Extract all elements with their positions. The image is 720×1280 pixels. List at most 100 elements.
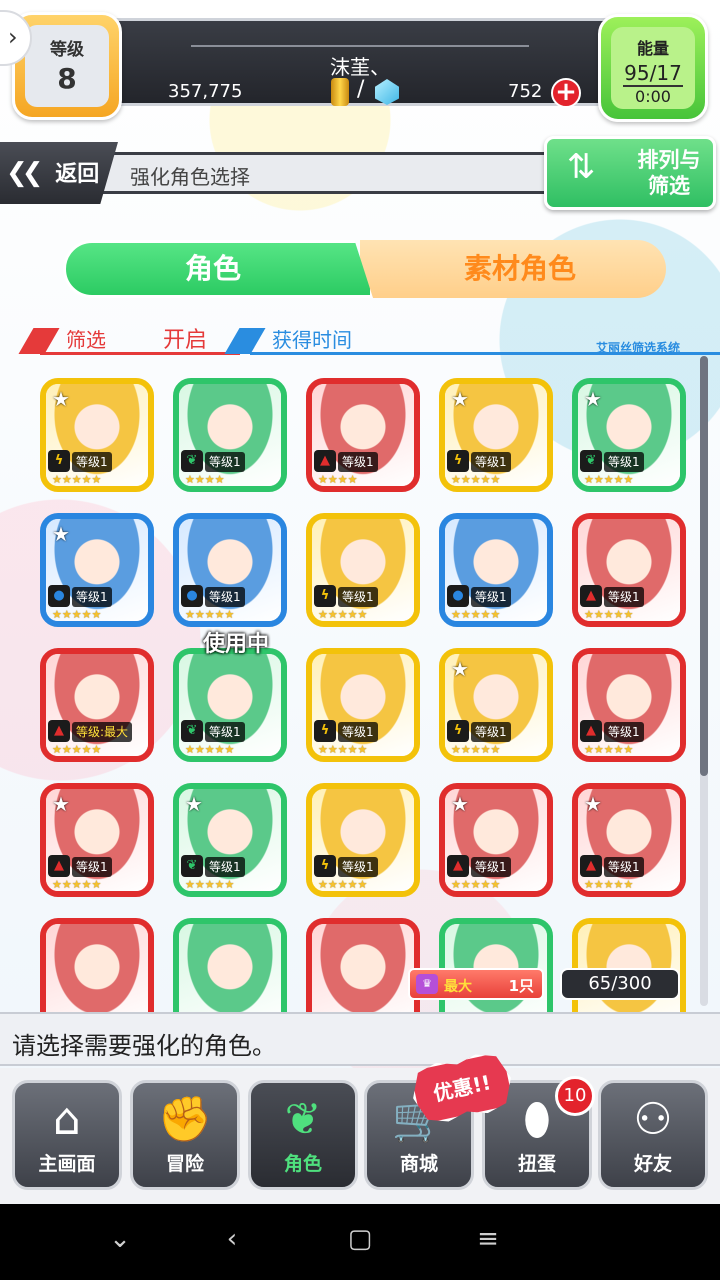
character-grid: ★ ϟ 等级1 ★★★★★ ❦ 等级1 ★★★★ ▲ 等级1 ★★★★ ★ ϟ 等级1 ★★★★★ ★ ❦ 等级… [36,372,696,1012]
element-icon: ϟ [314,585,336,607]
favorite-star-icon: ★ [52,522,70,546]
sort-icon: ⇅ [566,147,596,187]
home-square-icon[interactable]: ▢ [340,1224,380,1254]
element-icon: ▲ [447,855,469,877]
message-bar: 请选择需要强化的角色。 [0,1012,720,1066]
sort-filter-label: 排列与筛选 [637,148,701,198]
nav-friends[interactable]: ⚇ 好友 [598,1080,708,1190]
energy-box: 能量 95/17 0:00 [598,14,708,122]
character-card[interactable]: ϟ 等级1 ★★★★★ [306,513,420,627]
card-level: 等级1 [338,722,378,742]
character-card[interactable]: ★ ❦ 等级1 ★★★★★ [572,378,686,492]
filter-label[interactable]: 筛选 [66,324,106,353]
element-icon: ❦ [181,720,203,742]
crown-icon: ♛ [416,974,438,994]
element-icon: ▲ [48,855,70,877]
rarity-stars: ★★★★★ [451,743,501,756]
chevron-down-icon[interactable]: ⌄ [100,1224,140,1254]
card-level: 等级1 [604,857,644,877]
sub-header: ❮❮ 返回 强化角色选择 ⇅ 排列与筛选 [0,136,720,210]
rarity-stars: ★★★★★ [451,878,501,891]
character-card[interactable]: ★ ▲ 等级1 ★★★★★ [572,783,686,897]
character-card[interactable]: ● 等级1 ★★★★★ [173,513,287,627]
nav-label: 商城 [399,1153,438,1175]
card-level: 等级1 [471,722,511,742]
character-card[interactable]: ϟ 等级1 ★★★★★ [306,783,420,897]
sort-order-label[interactable]: 获得时间 [272,324,352,353]
element-icon: ● [181,585,203,607]
friends-icon: ⚇ [633,1094,673,1145]
character-card[interactable] [306,918,420,1012]
scrollbar-thumb[interactable] [700,356,708,776]
nav-label: 扭蛋 [517,1153,556,1175]
character-card[interactable]: 使用中 ❦ 等级1 ★★★★★ [173,632,287,762]
nav-handshake[interactable]: ✊ 冒险 [130,1080,240,1190]
favorite-star-icon: ★ [451,792,469,816]
character-card[interactable]: ▲ 等级:最大 ★★★★★ [40,648,154,762]
in-use-label: 使用中 [202,632,269,657]
character-card[interactable] [40,918,154,1012]
divider [191,45,529,47]
chevron-right-icon: › [8,23,18,51]
character-card[interactable]: ★ ϟ 等级1 ★★★★★ [439,378,553,492]
coin-icon [331,78,349,106]
character-card[interactable]: ★ ϟ 等级1 ★★★★★ [40,378,154,492]
back-icon[interactable]: ‹ [212,1224,252,1254]
nav-character[interactable]: ❦ 角色 [248,1080,358,1190]
card-level: 等级1 [604,587,644,607]
gacha-notification-badge: 10 [555,1076,595,1116]
element-icon: ϟ [314,855,336,877]
card-level: 等级:最大 [72,722,133,742]
add-gems-button[interactable]: + [551,78,581,108]
rarity-stars: ★★★★★ [451,473,501,486]
rarity-stars: ★★★★★ [318,743,368,756]
handshake-icon: ✊ [157,1094,213,1145]
character-card[interactable]: ★ ▲ 等级1 ★★★★★ [40,783,154,897]
nav-home[interactable]: ⌂ 主画面 [12,1080,122,1190]
favorite-star-icon: ★ [584,387,602,411]
filter-state[interactable]: 开启 [163,322,207,354]
element-icon: ▲ [580,720,602,742]
filter-system-label: 艾丽丝筛选系统 [595,341,680,355]
rarity-stars: ★★★★★ [318,608,368,621]
tab-material-label: 素材角色 [463,252,576,285]
character-card[interactable]: ▲ 等级1 ★★★★ [306,378,420,492]
rarity-stars: ★★★★★ [584,608,634,621]
max-count: 1只 [508,977,534,995]
character-card[interactable]: ★ ϟ 等级1 ★★★★★ [439,648,553,762]
rarity-stars: ★★★★★ [584,743,634,756]
character-card[interactable]: ★ ▲ 等级1 ★★★★★ [439,783,553,897]
card-level: 等级1 [338,452,378,472]
sort-filter-button[interactable]: ⇅ 排列与筛选 [544,136,716,210]
rarity-stars: ★★★★★ [52,473,102,486]
element-icon: ● [48,585,70,607]
character-card[interactable]: ● 等级1 ★★★★★ [439,513,553,627]
rarity-stars: ★★★★ [185,473,225,486]
character-card[interactable]: ❦ 等级1 ★★★★ [173,378,287,492]
rarity-stars: ★★★★ [318,473,358,486]
home-icon: ⌂ [53,1094,81,1145]
element-icon: ϟ [314,720,336,742]
card-level: 等级1 [205,857,245,877]
back-button[interactable]: ❮❮ 返回 [0,142,118,204]
system-navigation-bar: ⌄ ‹ ▢ ≡ [0,1204,720,1280]
filter-underline [40,352,240,355]
menu-icon[interactable]: ≡ [468,1224,508,1254]
character-card[interactable]: ★ ❦ 等级1 ★★★★★ [173,783,287,897]
nav-label: 好友 [633,1153,672,1175]
character-portrait [46,924,148,1012]
character-card[interactable]: ϟ 等级1 ★★★★★ [306,648,420,762]
element-icon: ❦ [580,450,602,472]
character-card[interactable] [173,918,287,1012]
energy-value: 95/17 [624,61,682,85]
character-card[interactable]: ▲ 等级1 ★★★★★ [572,513,686,627]
max-tag: 最大 [444,979,472,995]
character-card[interactable]: ★ ● 等级1 ★★★★★ [40,513,154,627]
gem-count: 752 [508,81,543,102]
level-value: 8 [57,62,77,95]
favorite-star-icon: ★ [451,387,469,411]
level-label: 等级 [50,40,84,60]
currency-separator: / [357,77,365,102]
card-level: 等级1 [604,452,644,472]
character-card[interactable]: ▲ 等级1 ★★★★★ [572,648,686,762]
